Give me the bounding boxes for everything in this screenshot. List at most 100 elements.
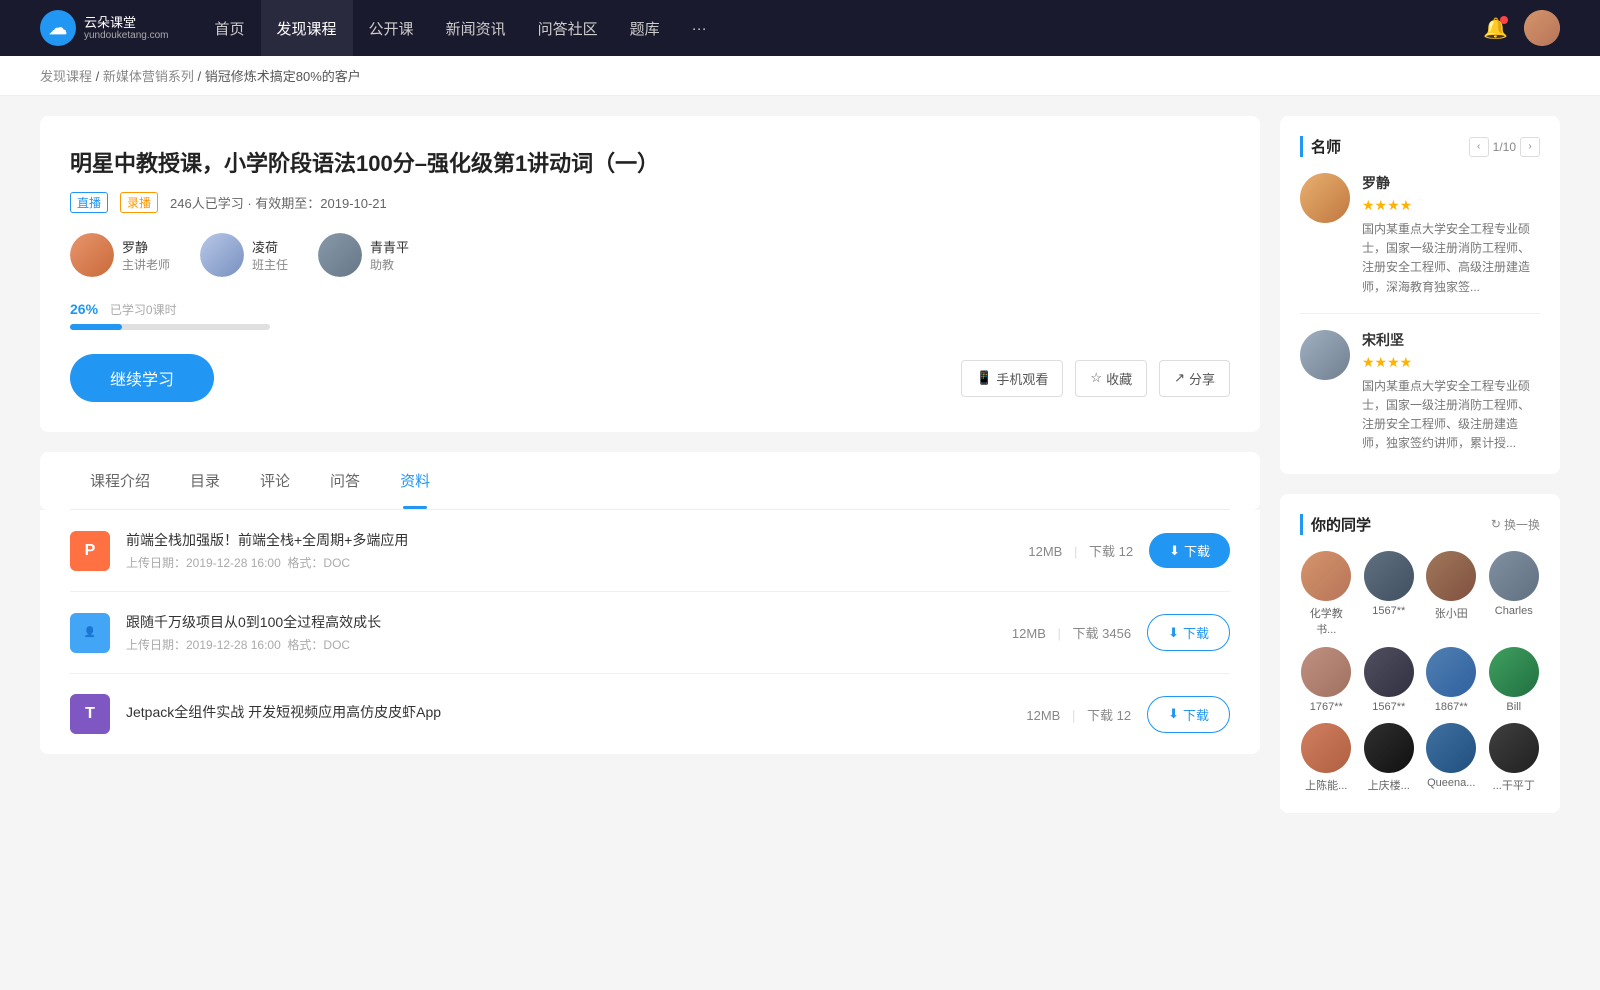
course-title: 明星中教授课，小学阶段语法100分–强化级第1讲动词（一） [70, 146, 1230, 178]
pagination-prev[interactable]: ‹ [1469, 137, 1489, 157]
tabs: 课程介绍 目录 评论 问答 资料 [70, 452, 1230, 510]
resource-stats-0: 12MB | 下载 12 [1028, 541, 1133, 560]
pagination-next[interactable]: › [1520, 137, 1540, 157]
nav-item-qa[interactable]: 问答社区 [522, 0, 614, 56]
download-button-2[interactable]: ⬇ 下载 [1147, 696, 1230, 733]
classmate-name-9: 上庆楼... [1368, 777, 1410, 793]
classmate-name-3: Charles [1495, 605, 1533, 617]
teacher-0: 罗静 主讲老师 [70, 233, 170, 277]
teacher-side-1: 宋利坚 ★★★★ 国内某重点大学安全工程专业硕士，国家一级注册消防工程师、注册安… [1300, 330, 1540, 454]
download-icon-0: ⬇ [1169, 543, 1180, 559]
mobile-icon: 📱 [976, 370, 992, 386]
btn-actions: 📱 手机观看 ☆ 收藏 ↗ 分享 [961, 360, 1230, 397]
classmate-10[interactable]: Queena... [1425, 723, 1478, 793]
nav-right: 🔔 [1483, 10, 1560, 46]
teacher-side-avatar-0 [1300, 173, 1350, 223]
classmate-0[interactable]: 化学教书... [1300, 551, 1353, 637]
nav-item-discover[interactable]: 发现课程 [261, 0, 353, 56]
classmate-name-1: 1567** [1372, 605, 1405, 617]
classmate-9[interactable]: 上庆楼... [1363, 723, 1416, 793]
breadcrumb-series[interactable]: 新媒体营销系列 [103, 69, 194, 84]
resources-list: P 前端全栈加强版！前端全栈+全周期+多端应用 上传日期：2019-12-28 … [40, 510, 1260, 754]
resource-icon-0: P [70, 531, 110, 571]
classmate-avatar-11 [1489, 723, 1539, 773]
tabs-card: 课程介绍 目录 评论 问答 资料 [40, 452, 1260, 510]
classmate-avatar-10 [1426, 723, 1476, 773]
teacher-side-desc-1: 国内某重点大学安全工程专业硕士，国家一级注册消防工程师、注册安全工程师、级注册建… [1362, 377, 1540, 454]
resource-info-2: Jetpack全组件实战 开发短视频应用高仿皮皮虾App [126, 702, 1010, 726]
teacher-2-avatar [318, 233, 362, 277]
classmate-name-0: 化学教书... [1300, 605, 1353, 637]
breadcrumb-discover[interactable]: 发现课程 [40, 69, 92, 84]
course-card: 明星中教授课，小学阶段语法100分–强化级第1讲动词（一） 直播 录播 246人… [40, 116, 1260, 432]
classmate-8[interactable]: 上陈能... [1300, 723, 1353, 793]
progress-pct: 26% [70, 301, 98, 317]
refresh-button[interactable]: ↻ 换一换 [1491, 516, 1540, 533]
tab-review[interactable]: 评论 [240, 452, 310, 509]
logo-text: 云朵课堂 yundouketang.com [84, 15, 169, 42]
nav-item-news[interactable]: 新闻资讯 [430, 0, 522, 56]
classmate-6[interactable]: 1867** [1425, 647, 1478, 713]
teachers-pagination: ‹ 1/10 › [1469, 137, 1540, 157]
download-button-0[interactable]: ⬇ 下载 [1149, 533, 1230, 568]
resource-info-1: 跟随千万级项目从0到100全过程高效成长 上传日期：2019-12-28 16:… [126, 612, 996, 653]
collect-button[interactable]: ☆ 收藏 [1075, 360, 1147, 397]
teachers-list: 罗静 主讲老师 凌荷 班主任 [70, 233, 1230, 277]
notification-bell[interactable]: 🔔 [1483, 16, 1508, 41]
tab-qa[interactable]: 问答 [310, 452, 380, 509]
classmates-title: 你的同学 [1300, 514, 1371, 535]
resource-item-2: T Jetpack全组件实战 开发短视频应用高仿皮皮虾App 12MB | 下载… [70, 674, 1230, 754]
nav-item-more[interactable]: ··· [676, 0, 723, 56]
logo[interactable]: ☁ 云朵课堂 yundouketang.com [40, 10, 169, 46]
progress-sub: 已学习0课时 [110, 303, 177, 317]
teacher-side-desc-0: 国内某重点大学安全工程专业硕士，国家一级注册消防工程师、注册安全工程师、高级注册… [1362, 220, 1540, 297]
teacher-2-role: 助教 [370, 256, 409, 273]
teacher-side-avatar-1 [1300, 330, 1350, 380]
continue-button[interactable]: 继续学习 [70, 354, 214, 402]
classmate-avatar-2 [1426, 551, 1476, 601]
download-icon-1: ⬇ [1168, 625, 1179, 641]
classmate-name-2: 张小田 [1435, 605, 1468, 621]
teacher-1-info: 凌荷 班主任 [252, 237, 288, 273]
teacher-side-name-1: 宋利坚 [1362, 330, 1540, 350]
breadcrumb-current: 销冠修炼术搞定80%的客户 [205, 69, 361, 84]
teacher-0-avatar [70, 233, 114, 277]
badge-live: 直播 [70, 192, 108, 213]
mobile-watch-button[interactable]: 📱 手机观看 [961, 360, 1063, 397]
course-stats: 246人已学习 · 有效期至：2019-10-21 [170, 193, 387, 212]
resource-name-1: 跟随千万级项目从0到100全过程高效成长 [126, 612, 996, 632]
resource-item-1: 👤 跟随千万级项目从0到100全过程高效成长 上传日期：2019-12-28 1… [70, 592, 1230, 674]
navigation: ☁ 云朵课堂 yundouketang.com 首页 发现课程 公开课 新闻资讯… [0, 0, 1600, 56]
download-button-1[interactable]: ⬇ 下载 [1147, 614, 1230, 651]
tab-catalog[interactable]: 目录 [170, 452, 240, 509]
classmate-name-4: 1767** [1310, 701, 1343, 713]
teacher-0-info: 罗静 主讲老师 [122, 237, 170, 273]
classmate-5[interactable]: 1567** [1363, 647, 1416, 713]
tab-intro[interactable]: 课程介绍 [70, 452, 170, 509]
nav-item-public[interactable]: 公开课 [353, 0, 430, 56]
classmate-avatar-0 [1301, 551, 1351, 601]
teacher-side-stars-0: ★★★★ [1362, 197, 1540, 214]
resource-stats-1: 12MB | 下载 3456 [1012, 623, 1131, 642]
refresh-icon: ↻ [1491, 517, 1501, 531]
classmate-3[interactable]: Charles [1488, 551, 1541, 637]
classmate-2[interactable]: 张小田 [1425, 551, 1478, 637]
nav-item-home[interactable]: 首页 [199, 0, 261, 56]
collect-label: 收藏 [1106, 369, 1132, 388]
nav-item-quiz[interactable]: 题库 [614, 0, 676, 56]
classmate-1[interactable]: 1567** [1363, 551, 1416, 637]
progress-bar-bg [70, 324, 270, 330]
share-button[interactable]: ↗ 分享 [1159, 360, 1230, 397]
user-avatar[interactable] [1524, 10, 1560, 46]
classmate-4[interactable]: 1767** [1300, 647, 1353, 713]
avatar-image [1524, 10, 1560, 46]
classmate-name-10: Queena... [1427, 777, 1475, 789]
classmate-7[interactable]: Bill [1488, 647, 1541, 713]
action-row: 继续学习 📱 手机观看 ☆ 收藏 ↗ 分享 [70, 354, 1230, 402]
tab-resource[interactable]: 资料 [380, 452, 450, 509]
teacher-1-role: 班主任 [252, 256, 288, 273]
classmate-11[interactable]: ...干平丁 [1488, 723, 1541, 793]
teacher-0-name: 罗静 [122, 237, 170, 256]
mobile-label: 手机观看 [996, 369, 1048, 388]
progress-bar-fill [70, 324, 122, 330]
